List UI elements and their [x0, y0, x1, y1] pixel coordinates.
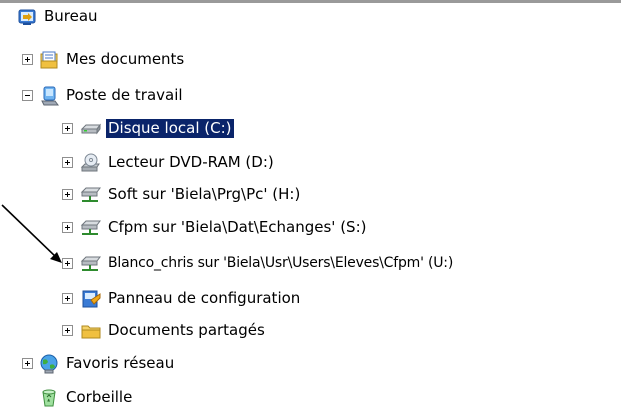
tree-item-dvd-drive[interactable]: Lecteur DVD-RAM (D:) — [62, 151, 362, 175]
tree-item-label: Documents partagés — [108, 321, 265, 339]
expand-toggle[interactable] — [62, 258, 73, 269]
my-documents-icon — [38, 49, 60, 71]
expand-toggle[interactable] — [62, 293, 73, 304]
tree-item-label: Corbeille — [66, 388, 133, 406]
expand-toggle[interactable] — [62, 325, 73, 336]
network-drive-icon — [80, 253, 102, 275]
tree-item-label: Favoris réseau — [66, 354, 175, 372]
expand-toggle[interactable] — [62, 157, 73, 168]
tree-item-my-documents[interactable]: Mes documents — [22, 48, 282, 72]
tree-item-network-places[interactable]: Favoris réseau — [22, 352, 282, 376]
desktop-icon — [16, 6, 38, 28]
tree-item-local-disk[interactable]: Disque local (C:) — [62, 117, 322, 141]
expand-toggle[interactable] — [22, 54, 33, 65]
tree-item-network-drive-s[interactable]: Cfpm sur 'Biela\Dat\Echanges' (S:) — [62, 216, 482, 240]
expand-toggle[interactable] — [62, 222, 73, 233]
tree-item-label: Poste de travail — [66, 86, 183, 104]
tree-item-label: Lecteur DVD-RAM (D:) — [108, 153, 274, 171]
tree-item-recycle-bin[interactable]: Corbeille — [38, 386, 238, 410]
expand-toggle[interactable] — [62, 189, 73, 200]
tree-item-network-drive-u[interactable]: Blanco_chris sur 'Biela\Usr\Users\Eleves… — [62, 252, 621, 276]
folder-icon — [80, 320, 102, 342]
tree-item-shared-documents[interactable]: Documents partagés — [62, 319, 362, 343]
tree-item-control-panel[interactable]: Panneau de configuration — [62, 287, 402, 311]
tree-item-label: Panneau de configuration — [108, 289, 301, 307]
tree-item-label: Mes documents — [66, 50, 185, 68]
my-computer-icon — [38, 85, 60, 107]
tree-item-label: Blanco_chris sur 'Biela\Usr\Users\Eleves… — [108, 255, 454, 271]
network-drive-icon — [80, 184, 102, 206]
tree-item-label: Cfpm sur 'Biela\Dat\Echanges' (S:) — [108, 218, 367, 236]
collapse-toggle[interactable] — [22, 90, 33, 101]
hard-drive-icon — [80, 118, 102, 140]
tree-item-label: Bureau — [44, 7, 98, 25]
control-panel-icon — [80, 288, 102, 310]
expand-toggle[interactable] — [62, 123, 73, 134]
network-drive-icon — [80, 217, 102, 239]
tree-item-label: Disque local (C:) — [106, 119, 234, 138]
tree-item-label: Soft sur 'Biela\Prg\Pc' (H:) — [108, 185, 301, 203]
tree-item-my-computer[interactable]: Poste de travail — [22, 84, 282, 108]
expand-toggle[interactable] — [22, 358, 33, 369]
dvd-drive-icon — [80, 152, 102, 174]
tree-item-desktop[interactable]: Bureau — [16, 5, 216, 29]
recycle-bin-icon — [38, 387, 60, 409]
tree-item-network-drive-h[interactable]: Soft sur 'Biela\Prg\Pc' (H:) — [62, 183, 422, 207]
network-places-icon — [38, 353, 60, 375]
